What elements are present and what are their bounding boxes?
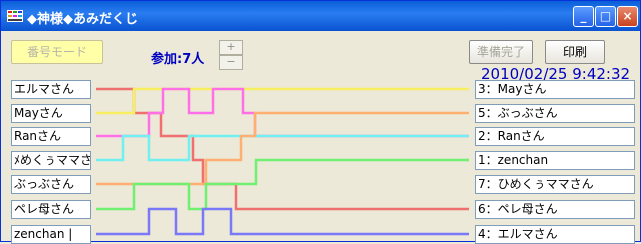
ladder-line (96, 111, 469, 186)
ladder-line (96, 134, 469, 162)
ladder-line (96, 87, 469, 115)
amida-ladder (96, 87, 469, 236)
ladder-line (96, 87, 469, 211)
ladder-line (96, 207, 469, 236)
ladder-line (96, 158, 469, 211)
amida-window: ◆神様◆あみだくじ _ □ × 番号モード 参加:7人 + − 準備完了 印刷 … (0, 0, 641, 244)
